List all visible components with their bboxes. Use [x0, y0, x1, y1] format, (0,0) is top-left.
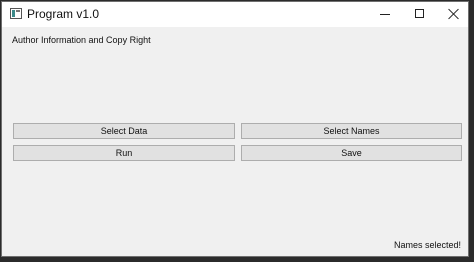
minimize-button[interactable] [367, 2, 403, 27]
status-label: Names selected! [393, 240, 461, 250]
close-icon [448, 8, 460, 20]
maximize-button[interactable] [402, 2, 438, 27]
title-bar[interactable]: Program v1.0 [2, 2, 468, 27]
minimize-icon [380, 14, 390, 15]
maximize-icon [415, 9, 424, 18]
run-button[interactable]: Run [13, 145, 235, 161]
save-button[interactable]: Save [241, 145, 462, 161]
window-title: Program v1.0 [27, 7, 100, 21]
select-data-button[interactable]: Select Data [13, 123, 235, 139]
author-info-label: Author Information and Copy Right [12, 35, 151, 45]
select-names-button[interactable]: Select Names [241, 123, 462, 139]
app-window: Program v1.0 Author Information and Copy… [1, 1, 469, 257]
close-button[interactable] [436, 2, 472, 27]
app-window-icon [10, 8, 22, 19]
